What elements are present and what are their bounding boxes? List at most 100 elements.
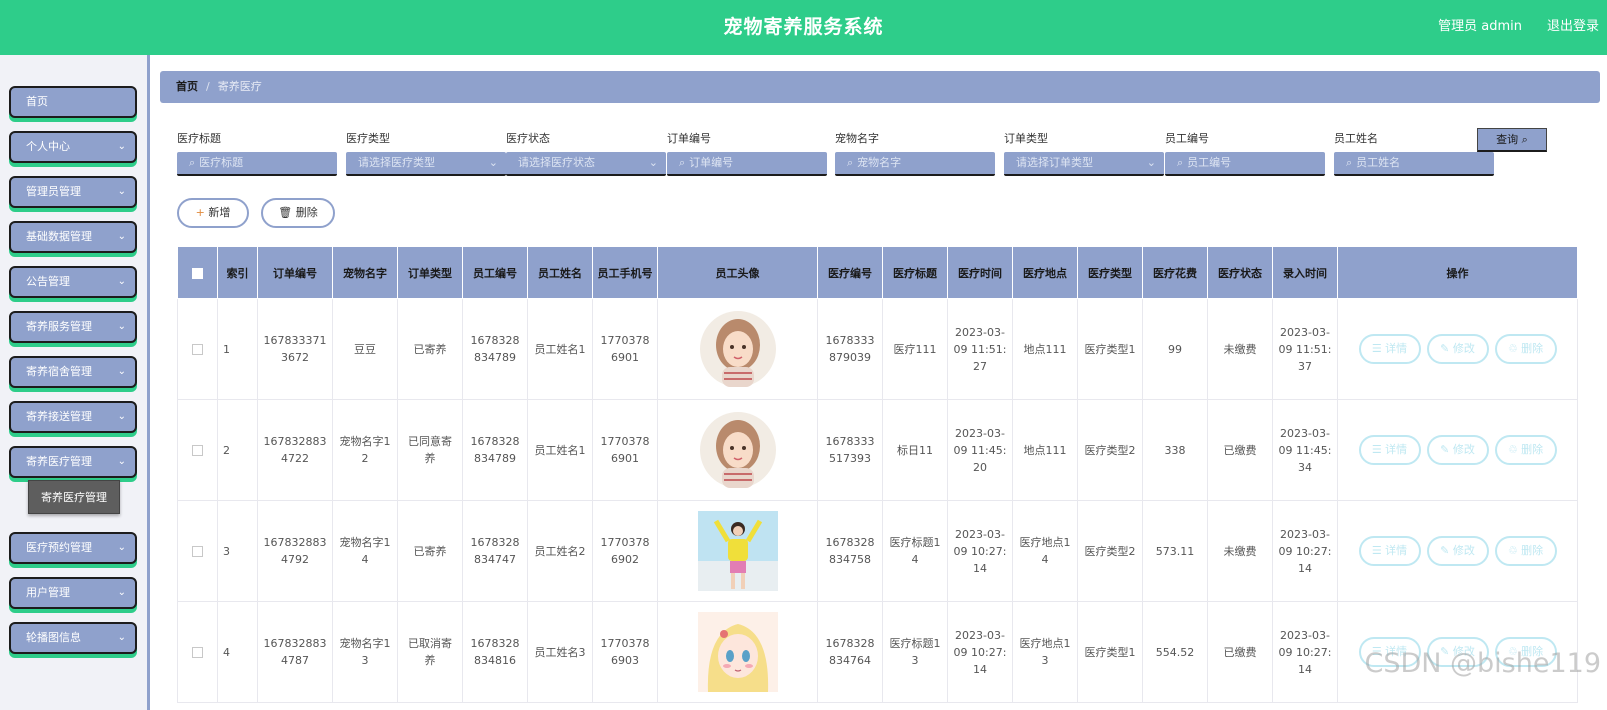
- table-row[interactable]: 2 1678328834722 宠物名字12 已同意寄养 1678328834789 员工…: [177, 399, 1578, 501]
- cell-order-type: 已取消寄养: [397, 601, 463, 703]
- cell-medical-type: 医疗类型1: [1077, 601, 1143, 703]
- details-button[interactable]: ☰ 详情: [1358, 536, 1421, 566]
- search-input[interactable]: ⌕ 订单编号: [667, 152, 827, 176]
- search-input[interactable]: ⌕ 宠物名字: [835, 152, 995, 176]
- add-button[interactable]: + 新增: [177, 198, 249, 228]
- logout-button[interactable]: 退出登录: [1547, 15, 1599, 34]
- row-checkbox[interactable]: [192, 647, 203, 658]
- row-select-cell: [177, 399, 218, 501]
- pencil-icon: ✎: [1440, 342, 1453, 355]
- sidebar-item-10[interactable]: 用户管理 ⌄: [9, 577, 137, 609]
- chevron-down-icon: ⌄: [117, 411, 126, 422]
- sidebar-item-8[interactable]: 寄养医疗管理 ⌄: [9, 446, 137, 478]
- sidebar-item-label: 医疗预约管理: [26, 541, 92, 554]
- search-select[interactable]: 请选择医疗状态 ⌄: [506, 152, 666, 176]
- cell-entry-time: 2023-03-09 11:45:34: [1272, 399, 1338, 501]
- current-user: 管理员 admin: [1438, 19, 1522, 34]
- table-body: 1 1678333713672 豆豆 已寄养 1678328834789 员工姓名1 177…: [177, 298, 1578, 703]
- search-input[interactable]: ⌕ 医疗标题: [177, 152, 337, 176]
- placeholder-text: 员工编号: [1187, 156, 1232, 169]
- sidebar-item-0[interactable]: 首页: [9, 86, 137, 118]
- sidebar-item-2[interactable]: 管理员管理 ⌄: [9, 176, 137, 208]
- sidebar-item-3[interactable]: 基础数据管理 ⌄: [9, 221, 137, 253]
- pencil-icon: ✎: [1440, 544, 1453, 557]
- cell-entry-time: 2023-03-09 11:51:37: [1272, 298, 1338, 400]
- cell-staff-name: 员工姓名1: [527, 399, 593, 501]
- cell-order-no: 1678328834722: [257, 399, 333, 501]
- cell-medical-cost: 573.11: [1142, 500, 1208, 602]
- sidebar: 首页个人中心 ⌄ 管理员管理 ⌄ 基础数据管理 ⌄ 公告管理 ⌄ 寄养服务管理 ⌄ 寄养宿舍管理 ⌄ 寄…: [0, 55, 150, 710]
- search-field-5: 订单类型 请选择订单类型 ⌄: [1004, 130, 1164, 176]
- row-operations: ☰ 详情 ✎ 修改 ♲ 删除: [1337, 500, 1578, 602]
- column-header: 医疗编号: [817, 246, 883, 299]
- submenu-item-medical[interactable]: 寄养医疗管理: [28, 480, 120, 514]
- document-icon: ☰: [1371, 342, 1386, 355]
- edit-button[interactable]: ✎ 修改: [1426, 334, 1489, 364]
- search-select[interactable]: 请选择医疗类型 ⌄: [346, 152, 506, 176]
- row-select-cell: [177, 601, 218, 703]
- breadcrumb-separator: /: [206, 80, 210, 93]
- row-delete-button[interactable]: ♲ 删除: [1494, 334, 1557, 364]
- search-icon: ⌕: [1346, 156, 1353, 169]
- search-field-label: 宠物名字: [835, 132, 879, 145]
- sidebar-item-7[interactable]: 寄养接送管理 ⌄: [9, 401, 137, 433]
- row-delete-button[interactable]: ♲ 删除: [1494, 536, 1557, 566]
- search-input[interactable]: ⌕ 员工编号: [1165, 152, 1325, 176]
- cell-medical-place: 地点111: [1012, 298, 1078, 400]
- cell-order-type: 已同意寄养: [397, 399, 463, 501]
- sidebar-item-label: 寄养接送管理: [26, 410, 92, 423]
- placeholder-text: 请选择医疗类型: [358, 156, 435, 169]
- cell-avatar: [657, 399, 818, 501]
- edit-button[interactable]: ✎ 修改: [1426, 435, 1489, 465]
- app-title: 宠物寄养服务系统: [723, 16, 884, 38]
- row-checkbox[interactable]: [192, 546, 203, 557]
- op-label: 删除: [1521, 443, 1544, 456]
- cell-pet-name: 豆豆: [332, 298, 398, 400]
- row-checkbox[interactable]: [192, 344, 203, 355]
- sidebar-item-label: 首页: [26, 95, 48, 108]
- details-button[interactable]: ☰ 详情: [1358, 435, 1421, 465]
- delete-label: 删除: [295, 206, 318, 219]
- cell-order-type: 已寄养: [397, 500, 463, 602]
- cell-staff-name: 员工姓名2: [527, 500, 593, 602]
- table-row[interactable]: 3 1678328834792 宠物名字14 已寄养 1678328834747 员工姓名…: [177, 500, 1578, 602]
- column-header: 订单编号: [257, 246, 333, 299]
- chevron-down-icon: ⌄: [488, 156, 498, 169]
- sidebar-item-1[interactable]: 个人中心 ⌄: [9, 131, 137, 163]
- search-input[interactable]: ⌕ 员工姓名: [1334, 152, 1494, 176]
- sidebar-item-9[interactable]: 医疗预约管理 ⌄: [9, 532, 137, 564]
- op-label: 详情: [1385, 342, 1408, 355]
- cell-medical-title: 医疗标题13: [882, 601, 948, 703]
- cell-staff-phone: 17703786902: [592, 500, 658, 602]
- sidebar-item-5[interactable]: 寄养服务管理 ⌄: [9, 311, 137, 343]
- cell-medical-time: 2023-03-09 10:27:14: [947, 601, 1013, 703]
- sidebar-item-4[interactable]: 公告管理 ⌄: [9, 266, 137, 298]
- cell-pet-name: 宠物名字12: [332, 399, 398, 501]
- cell-medical-time: 2023-03-09 11:45:20: [947, 399, 1013, 501]
- table-row[interactable]: 1 1678333713672 豆豆 已寄养 1678328834789 员工姓名1 177…: [177, 298, 1578, 400]
- cell-order-type: 已寄养: [397, 298, 463, 400]
- search-field-2: 医疗状态 请选择医疗状态 ⌄: [506, 130, 666, 176]
- details-button[interactable]: ☰ 详情: [1358, 334, 1421, 364]
- row-delete-button[interactable]: ♲ 删除: [1494, 435, 1557, 465]
- row-checkbox[interactable]: [192, 445, 203, 456]
- search-select[interactable]: 请选择订单类型 ⌄: [1004, 152, 1164, 176]
- cell-pet-name: 宠物名字14: [332, 500, 398, 602]
- sidebar-item-11[interactable]: 轮播图信息 ⌄: [9, 622, 137, 654]
- search-field-label: 医疗标题: [177, 132, 221, 145]
- cell-staff-phone: 17703786901: [592, 298, 658, 400]
- batch-delete-button[interactable]: 🗑︎ 删除: [261, 198, 335, 228]
- chevron-down-icon: ⌄: [117, 632, 126, 643]
- select-all-checkbox[interactable]: [192, 267, 203, 279]
- search-field-4: 宠物名字 ⌕ 宠物名字: [835, 130, 995, 176]
- breadcrumb-current: 寄养医疗: [217, 80, 262, 93]
- trash-icon: ♲: [1507, 342, 1522, 355]
- breadcrumb-home[interactable]: 首页: [176, 80, 198, 93]
- sidebar-item-label: 寄养医疗管理: [26, 455, 92, 468]
- op-label: 详情: [1385, 544, 1408, 557]
- query-button[interactable]: 查询 ⌕: [1477, 128, 1547, 152]
- sidebar-item-6[interactable]: 寄养宿舍管理 ⌄: [9, 356, 137, 388]
- cell-staff-no: 1678328834816: [462, 601, 528, 703]
- column-header: 医疗花费: [1142, 246, 1208, 299]
- edit-button[interactable]: ✎ 修改: [1426, 536, 1489, 566]
